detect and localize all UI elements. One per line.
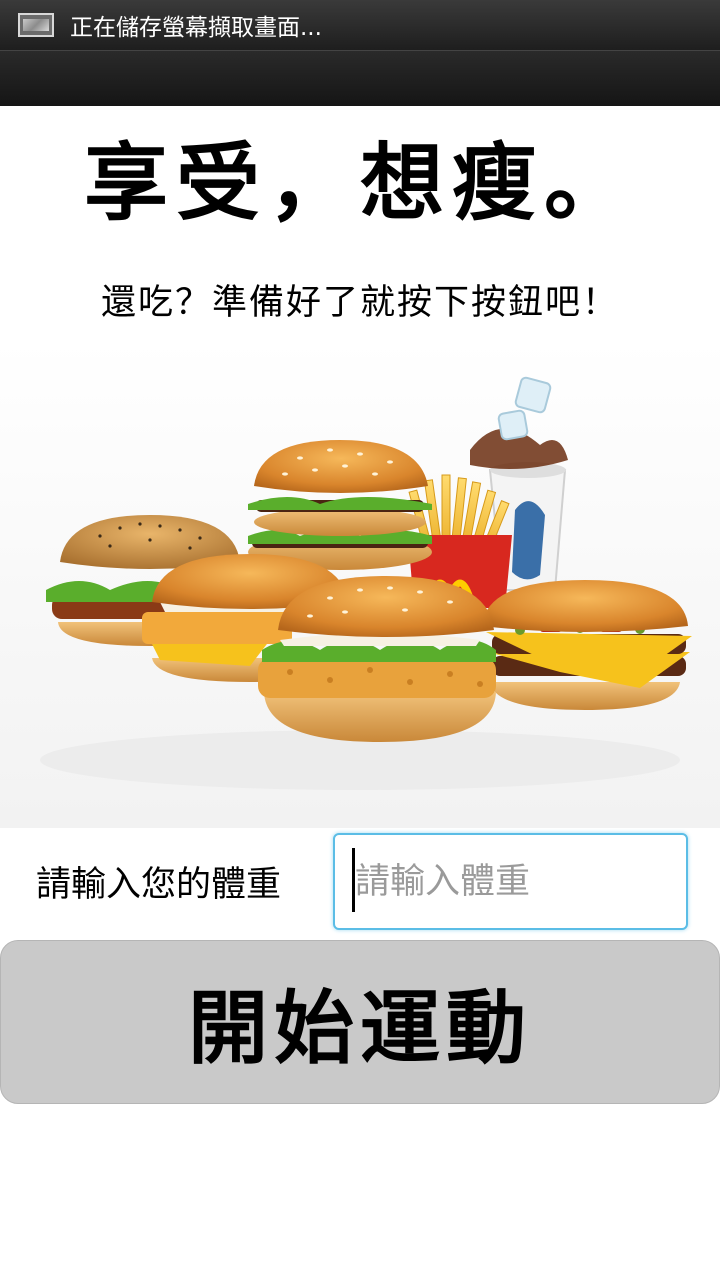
double-cheeseburger xyxy=(482,580,692,710)
status-bar: 正在儲存螢幕擷取畫面... xyxy=(0,0,720,50)
text-cursor xyxy=(352,848,355,912)
action-bar xyxy=(0,50,720,106)
weight-label: 請輸入您的體重 xyxy=(36,865,282,905)
start-exercise-button[interactable]: 開始運動 xyxy=(0,940,720,1104)
page-title: 享受，想瘦。 xyxy=(83,134,636,232)
big-mac-burger xyxy=(248,440,432,570)
fast-food-image xyxy=(0,340,720,828)
chicken-burger xyxy=(258,576,496,742)
page-subtitle: 還吃？準備好了就按下按鈕吧！ xyxy=(100,283,619,323)
status-notification-text: 正在儲存螢幕擷取畫面... xyxy=(70,15,322,41)
weight-input[interactable] xyxy=(333,833,688,930)
screenshot-icon xyxy=(18,13,54,37)
